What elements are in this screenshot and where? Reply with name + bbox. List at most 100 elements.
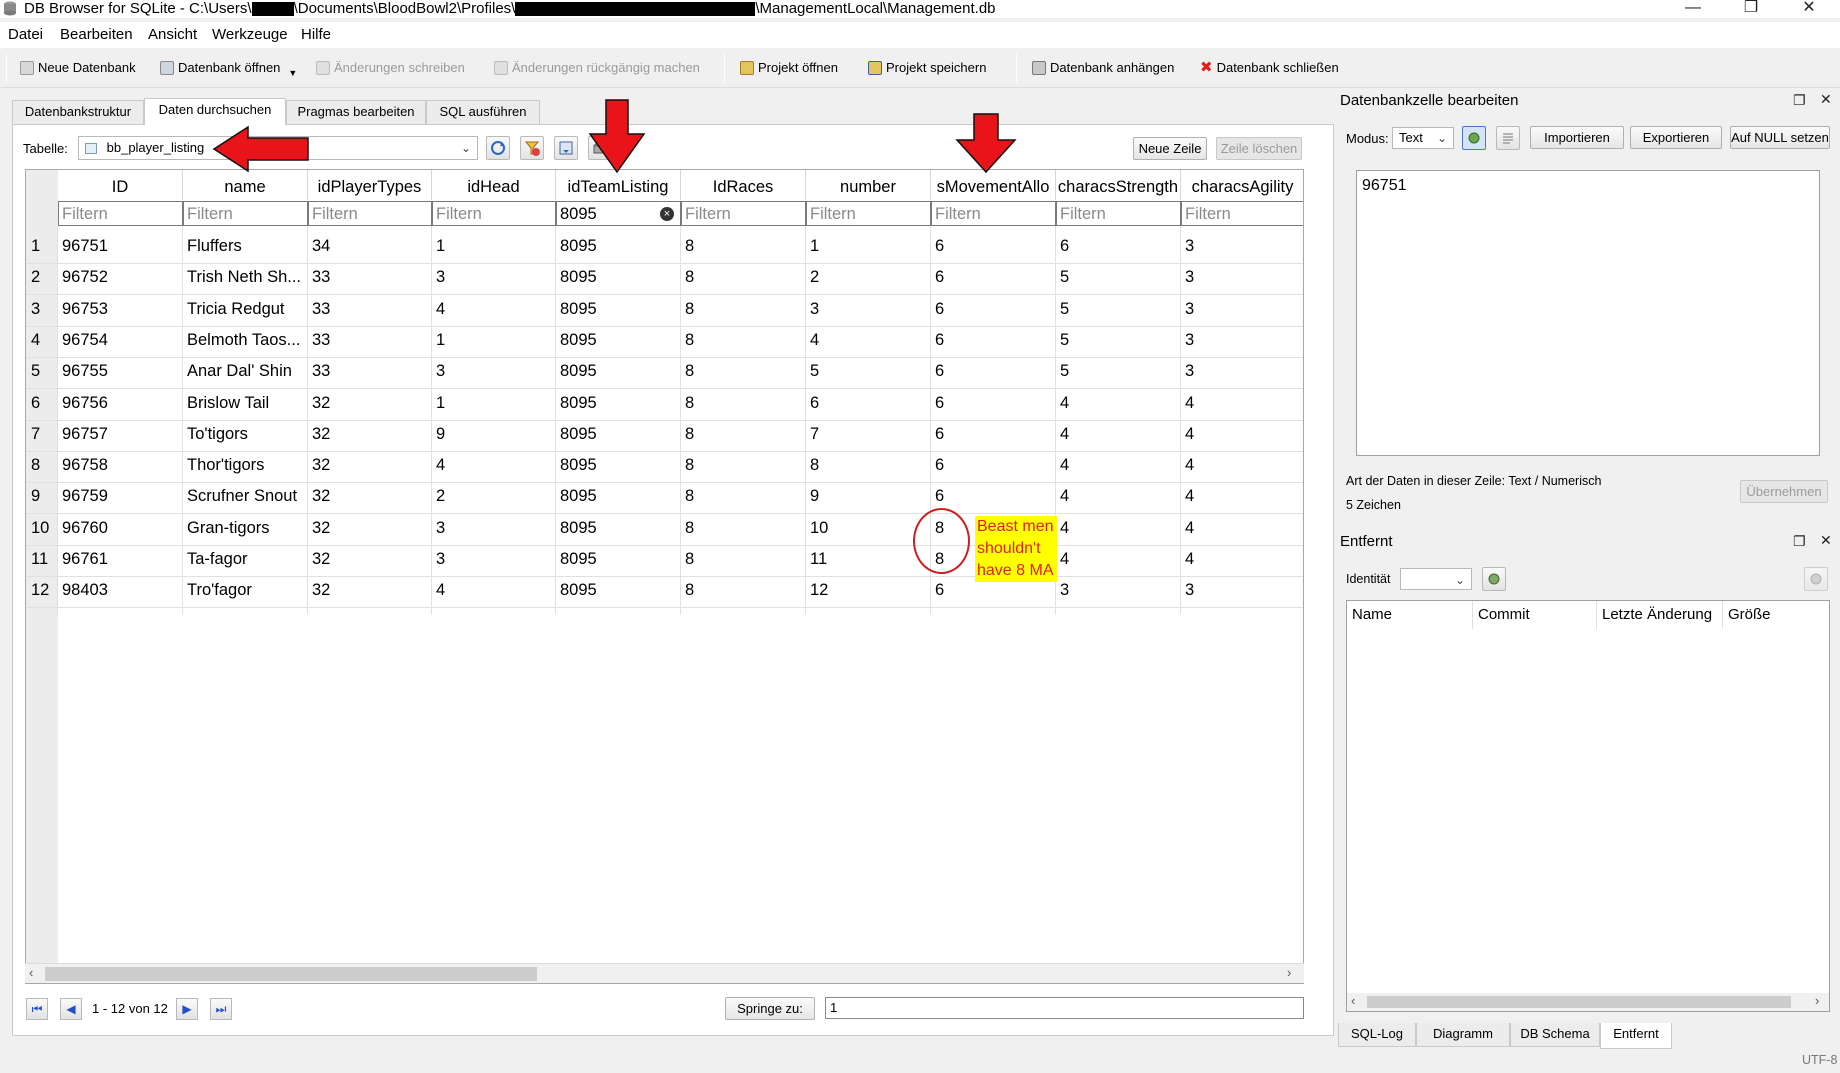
export-button[interactable]: Exportieren <box>1630 126 1722 149</box>
table-cell[interactable]: 4 <box>1181 388 1303 419</box>
previous-record-button[interactable]: ◀ <box>60 998 82 1020</box>
identity-settings-button[interactable] <box>1482 567 1506 591</box>
table-cell[interactable]: 4 <box>1181 544 1303 575</box>
column-header-last-modified[interactable]: Letzte Änderung <box>1597 601 1723 629</box>
table-cell[interactable]: 6 <box>931 388 1056 419</box>
menu-ansicht[interactable]: Ansicht <box>148 26 197 43</box>
table-cell[interactable]: 3 <box>432 513 556 544</box>
scroll-right-icon[interactable]: › <box>1815 993 1819 1008</box>
import-button[interactable]: Importieren <box>1530 126 1624 149</box>
scroll-left-icon[interactable]: ‹ <box>29 965 33 980</box>
table-cell[interactable]: 4 <box>1181 481 1303 512</box>
table-cell[interactable]: 8 <box>681 388 806 419</box>
new-database-button[interactable]: Neue Datenbank <box>20 57 136 79</box>
table-cell[interactable]: 96753 <box>58 294 183 325</box>
column-header-idplayertypes[interactable]: idPlayerTypes <box>308 170 432 200</box>
table-cell[interactable]: 8 <box>681 575 806 606</box>
table-cell[interactable]: 33 <box>308 356 432 387</box>
table-cell[interactable]: Brislow Tail <box>183 388 308 419</box>
table-cell[interactable]: 8 <box>681 544 806 575</box>
table-cell[interactable]: 1 <box>806 231 931 262</box>
write-changes-button[interactable]: Änderungen schreiben <box>316 57 465 79</box>
close-panel-icon[interactable]: ✕ <box>1820 532 1832 549</box>
table-cell[interactable]: 9 <box>806 481 931 512</box>
table-cell[interactable]: 8095 <box>556 262 681 293</box>
table-cell[interactable]: 6 <box>931 481 1056 512</box>
table-cell[interactable]: 96758 <box>58 450 183 481</box>
table-cell[interactable]: 2 <box>432 481 556 512</box>
table-cell[interactable]: 2 <box>806 262 931 293</box>
scroll-thumb[interactable] <box>45 967 537 981</box>
table-cell[interactable]: 98403 <box>58 575 183 606</box>
tab-execute-sql[interactable]: SQL ausführen <box>426 100 540 124</box>
filter-input-idhead[interactable]: Filtern <box>432 201 556 226</box>
row-number[interactable]: 6 <box>31 388 40 419</box>
tab-browse-data[interactable]: Daten durchsuchen <box>144 98 286 125</box>
table-cell[interactable]: 3 <box>1056 575 1181 606</box>
table-cell[interactable]: 8095 <box>556 544 681 575</box>
menu-werkzeuge[interactable]: Werkzeuge <box>212 26 288 43</box>
tab-database-structure[interactable]: Datenbankstruktur <box>12 100 144 124</box>
undock-icon[interactable]: ❐ <box>1793 533 1806 550</box>
table-cell[interactable]: 8 <box>681 450 806 481</box>
save-filter-button[interactable] <box>554 136 578 160</box>
column-header-characsstrength[interactable]: characsStrength <box>1056 170 1181 200</box>
column-header-idteamlisting[interactable]: idTeamListing <box>556 170 681 200</box>
identity-select[interactable]: ⌄ <box>1400 568 1472 590</box>
refresh-button[interactable] <box>486 136 510 160</box>
filter-input-number[interactable]: Filtern <box>806 201 931 226</box>
clear-filter-icon[interactable]: × <box>660 207 674 221</box>
table-cell[interactable]: 8 <box>681 481 806 512</box>
close-window-button[interactable]: ✕ <box>1786 0 1832 18</box>
table-cell[interactable]: 3 <box>1181 575 1303 606</box>
menu-hilfe[interactable]: Hilfe <box>301 26 331 43</box>
table-cell[interactable]: 1 <box>432 231 556 262</box>
word-wrap-button[interactable] <box>1496 126 1520 150</box>
table-cell[interactable]: 6 <box>931 325 1056 356</box>
last-record-button[interactable]: ⏭ <box>210 998 232 1020</box>
table-cell[interactable]: 12 <box>806 575 931 606</box>
column-header-idraces[interactable]: IdRaces <box>681 170 806 200</box>
table-cell[interactable]: 3 <box>1181 356 1303 387</box>
row-number[interactable]: 5 <box>31 356 40 387</box>
table-cell[interactable]: 96751 <box>58 231 183 262</box>
tab-edit-pragmas[interactable]: Pragmas bearbeiten <box>286 100 426 124</box>
next-record-button[interactable]: ▶ <box>176 998 198 1020</box>
remote-file-list[interactable]: Name Commit Letzte Änderung Größe ‹ › <box>1346 600 1830 1012</box>
tab-remote[interactable]: Entfernt <box>1600 1023 1672 1049</box>
table-cell[interactable]: 4 <box>1181 450 1303 481</box>
table-cell[interactable]: 32 <box>308 388 432 419</box>
cell-editor-textarea[interactable]: 96751 <box>1356 170 1820 456</box>
table-cell[interactable]: 8095 <box>556 575 681 606</box>
table-cell[interactable]: 33 <box>308 294 432 325</box>
table-cell[interactable]: Scrufner Snout <box>183 481 308 512</box>
filter-input-idplayertypes[interactable]: Filtern <box>308 201 432 226</box>
column-header-commit[interactable]: Commit <box>1473 601 1597 629</box>
table-cell[interactable]: 5 <box>1056 294 1181 325</box>
filter-input-characsstrength[interactable]: Filtern <box>1056 201 1181 226</box>
table-cell[interactable]: 8 <box>681 513 806 544</box>
table-cell[interactable]: 8095 <box>556 481 681 512</box>
first-record-button[interactable]: ⏮ <box>26 998 48 1020</box>
set-null-button[interactable]: Auf NULL setzen <box>1730 126 1830 149</box>
table-cell[interactable]: 6 <box>1056 231 1181 262</box>
table-cell[interactable]: 4 <box>432 294 556 325</box>
filter-input-idraces[interactable]: Filtern <box>681 201 806 226</box>
table-cell[interactable]: Tricia Redgut <box>183 294 308 325</box>
menu-datei[interactable]: Datei <box>8 26 43 43</box>
dropdown-arrow-icon[interactable]: ▼ <box>288 62 297 84</box>
table-cell[interactable]: Anar Dal' Shin <box>183 356 308 387</box>
table-cell[interactable]: 3 <box>1181 325 1303 356</box>
table-cell[interactable]: 96761 <box>58 544 183 575</box>
table-cell[interactable]: 3 <box>1181 231 1303 262</box>
table-cell[interactable]: 4 <box>1056 450 1181 481</box>
table-cell[interactable]: 32 <box>308 419 432 450</box>
auto-switch-mode-button[interactable] <box>1462 126 1486 150</box>
table-cell[interactable]: 32 <box>308 481 432 512</box>
table-cell[interactable]: 5 <box>806 356 931 387</box>
filter-input-characsagility[interactable]: Filtern <box>1181 201 1303 226</box>
apply-button[interactable]: Übernehmen <box>1740 480 1828 503</box>
table-cell[interactable]: 34 <box>308 231 432 262</box>
table-cell[interactable]: 4 <box>1056 481 1181 512</box>
table-cell[interactable]: 4 <box>806 325 931 356</box>
